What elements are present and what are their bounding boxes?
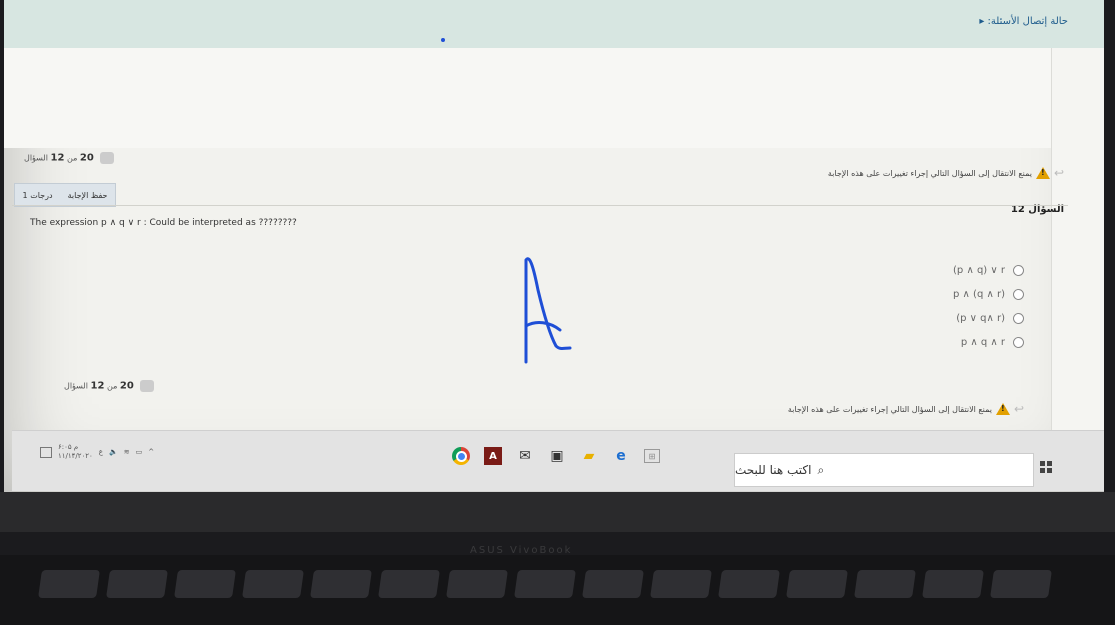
chrome-icon[interactable] [452,447,470,465]
battery-icon[interactable]: ▭ [136,448,143,456]
radio-button[interactable] [1013,336,1024,348]
question-info-box: 1 درجات حفظ الإجابة [14,183,116,207]
counter-total: 20 [79,152,94,164]
counter-of: من [106,381,118,391]
status-link-text: حالة إتصال الأسئلة: [987,16,1068,27]
radio-button[interactable] [1013,264,1024,276]
question-points: 1 درجات [22,190,53,200]
keyboard-key [990,570,1052,598]
keyboard-key [174,570,236,598]
return-arrow-icon: ↩ [1013,402,1024,416]
answer-option[interactable]: p ∧ (q ∧ r) [904,282,1024,306]
content-spacer [4,48,1104,148]
language-icon[interactable]: ع [99,448,103,456]
scrollbar[interactable] [1051,48,1104,448]
warning-icon [995,403,1010,415]
answer-option[interactable]: p ∧ q ∧ r [904,330,1024,354]
counter-label: السؤال [64,381,88,391]
windows-start-icon[interactable] [1040,461,1052,473]
counter-label: السؤال [24,153,48,163]
answer-option[interactable]: (p ∧ q) ∨ r [904,258,1024,282]
system-tray: ۶:۰۵ م ۱۱/۱۴/۲۰۲۰ ع 🔈 ≋ ▭ ^ [40,443,154,461]
laptop-bezel [0,492,1115,532]
clock-time: ۶:۰۵ م [58,443,79,451]
notification-icon[interactable] [40,446,52,458]
keyboard-key [718,570,780,598]
clock[interactable]: ۶:۰۵ م ۱۱/۱۴/۲۰۲۰ [58,443,93,461]
answer-option-label: p ∧ (q ∧ r) [953,288,1005,300]
ink-dot [441,38,445,42]
windows-taskbar: ۶:۰۵ م ۱۱/۱۴/۲۰۲۰ ع 🔈 ≋ ▭ ^ A ✉ ▣ ▰ e ⊞ … [12,430,1104,491]
navigation-warning-top: ↩ يمنع الانتقال إلى السؤال التالي إجراء … [828,166,1064,180]
counter-of: من [66,153,78,163]
return-arrow-icon: ↩ [1053,166,1064,180]
keyboard-key [378,570,440,598]
keyboard-key [854,570,916,598]
warning-text: يمنع الانتقال إلى السؤال التالي إجراء تغ… [827,168,1032,178]
acrobat-icon[interactable]: A [484,447,502,465]
task-view-icon[interactable]: ⊞ [644,449,660,463]
keyboard-key [106,570,168,598]
keyboard-key [446,570,508,598]
file-explorer-icon[interactable]: ▰ [580,447,598,465]
answer-option[interactable]: (p ∨ q∧ r) [904,306,1024,330]
question-counter-top: 20 من 12 السؤال [24,152,115,164]
counter-current: 12 [50,152,65,164]
keyboard-key [786,570,848,598]
keyboard-key [514,570,576,598]
question-status-link[interactable]: حالة إتصال الأسئلة: ▸ [979,16,1068,27]
clock-date: ۱۱/۱۴/۲۰۲۰ [58,452,93,460]
question-counter-bottom: 20 من 12 السؤال [64,380,155,392]
keyboard-key [922,570,984,598]
keyboard-key [650,570,712,598]
counter-total: 20 [119,380,134,392]
question-divider [12,205,1068,206]
screen: حالة إتصال الأسئلة: ▸ 20 من 12 السؤال ↩ … [4,0,1104,492]
chevron-up-icon[interactable]: ^ [148,448,154,456]
keyboard-keys [38,570,1052,598]
keyboard-key [242,570,304,598]
answer-option-label: (p ∧ q) ∨ r [953,264,1005,276]
keyboard-key [582,570,644,598]
radio-button[interactable] [1013,312,1024,324]
search-icon: ⌕ [817,462,825,477]
pinned-apps: A ✉ ▣ ▰ e ⊞ [452,447,660,465]
search-placeholder: اكتب هنا للبحث [735,463,812,477]
volume-icon[interactable]: 🔈 [109,448,118,456]
keyboard-key [310,570,372,598]
counter-current: 12 [90,380,105,392]
store-icon[interactable]: ▣ [548,447,566,465]
network-icon[interactable]: ≋ [124,448,130,456]
answer-options: (p ∧ q) ∨ r p ∧ (q ∧ r) (p ∨ q∧ r) p ∧ q… [904,258,1024,354]
counter-back-icon[interactable] [100,152,115,164]
answer-option-label: p ∧ q ∧ r [960,336,1005,348]
taskbar-search-input[interactable]: ⌕ اكتب هنا للبحث [734,453,1034,487]
flag-question-button[interactable]: حفظ الإجابة [68,191,108,200]
keyboard-key [38,570,100,598]
mail-icon[interactable]: ✉ [516,447,534,465]
warning-icon [1035,167,1050,179]
handwritten-a-annotation [524,257,572,364]
counter-back-icon[interactable] [140,380,155,392]
warning-text: يمنع الانتقال إلى السؤال التالي إجراء تغ… [787,404,992,414]
question-status-bar: حالة إتصال الأسئلة: ▸ [4,0,1104,50]
answer-option-label: (p ∨ q∧ r) [956,312,1005,324]
radio-button[interactable] [1013,288,1024,300]
edge-icon[interactable]: e [612,447,630,465]
navigation-warning-bottom: ↩ يمنع الانتقال إلى السؤال التالي إجراء … [788,402,1024,416]
question-text: The expression p ∧ q ∨ r : Could be inte… [30,218,297,228]
